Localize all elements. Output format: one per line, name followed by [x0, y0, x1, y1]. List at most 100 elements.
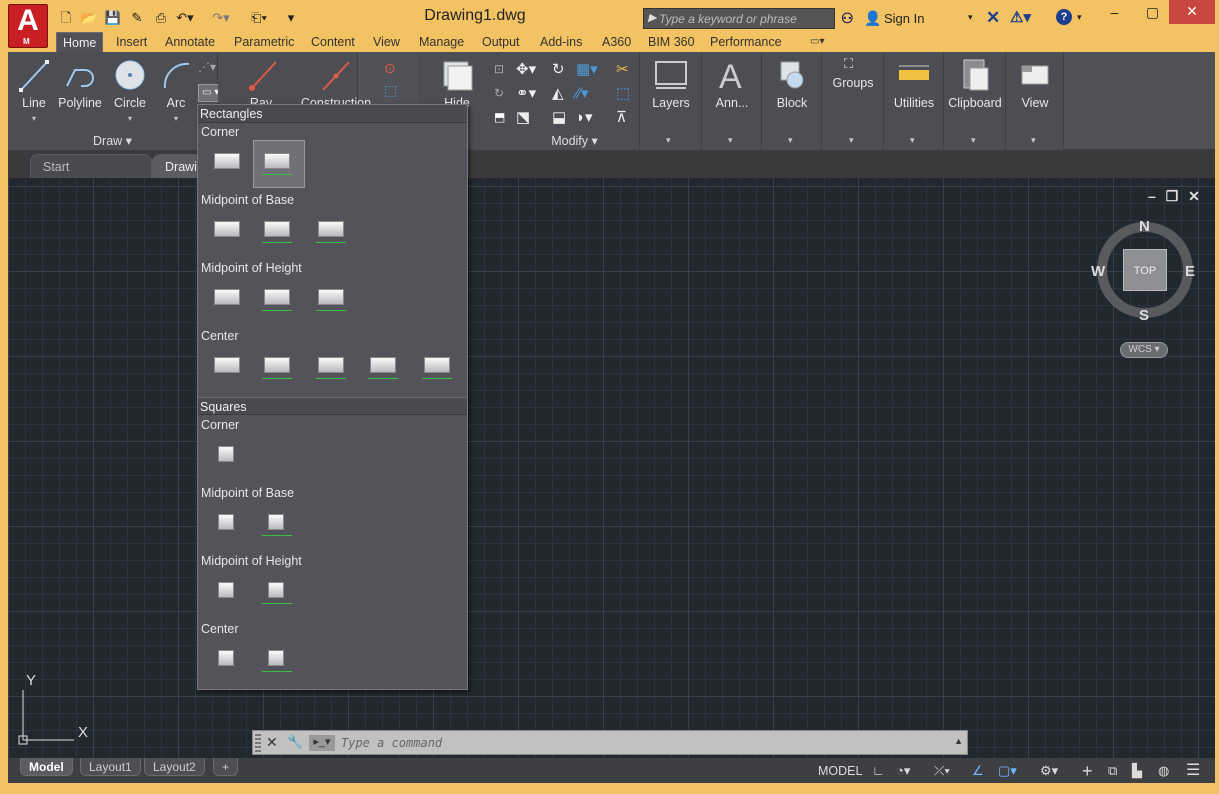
annotation-expand-icon[interactable]: ▾	[728, 135, 733, 146]
viewport-restore-icon[interactable]: ❐	[1166, 188, 1179, 204]
boundary-icon[interactable]: ⬚	[384, 82, 402, 100]
text-style-icon[interactable]: ⊡	[494, 62, 504, 76]
wcs-menu[interactable]: WCS ▾	[1120, 342, 1168, 358]
square-midbase-option-2[interactable]	[260, 510, 300, 540]
view-panel[interactable]: View ▾	[1006, 52, 1064, 150]
ortho-icon[interactable]: ⤫▾	[934, 761, 950, 781]
drawing-canvas[interactable]	[8, 178, 1215, 758]
hardware-acceleration-icon[interactable]: ▙	[1132, 761, 1142, 781]
rect-midheight-option-1[interactable]	[210, 285, 250, 315]
clean-screen-circle-icon[interactable]: ◍	[1158, 761, 1169, 781]
customize-quick-access-icon[interactable]: ▾	[282, 9, 300, 27]
autodesk-app-icon[interactable]: ⚠▾	[1010, 8, 1031, 26]
revcloud-icon[interactable]: ⊙	[384, 60, 402, 78]
rect-corner-option-1[interactable]	[210, 149, 250, 179]
modify-panel-label[interactable]: Modify ▾	[510, 133, 639, 148]
draw-panel-label[interactable]: Draw ▾	[8, 133, 217, 148]
circle-dropdown-icon[interactable]: ▾	[128, 114, 132, 123]
utilities-expand-icon[interactable]: ▾	[910, 135, 915, 146]
save-as-icon[interactable]: ✎	[128, 9, 146, 27]
rect-center-option-5[interactable]	[420, 353, 460, 383]
sign-in-dropdown-icon[interactable]: ▾	[968, 12, 973, 23]
line-dropdown-icon[interactable]: ▾	[32, 114, 36, 123]
isolate-icon[interactable]: ⧉	[1108, 761, 1117, 781]
snap-icon[interactable]: ◔▾	[896, 761, 910, 781]
compass-north[interactable]: N	[1139, 218, 1150, 235]
binoculars-icon[interactable]: ⚇	[841, 10, 854, 27]
array-icon[interactable]: ▦▾	[576, 60, 598, 78]
search-box[interactable]: ▶ Type a keyword or phrase	[643, 8, 835, 29]
trim-icon[interactable]: ✂	[616, 60, 629, 78]
tab-annotate[interactable]: Annotate	[159, 32, 221, 52]
view-expand-icon[interactable]: ▾	[1031, 135, 1036, 146]
fillet-icon[interactable]: ◗▾	[576, 108, 593, 126]
copy-icon[interactable]: ⚭▾	[516, 84, 536, 102]
tab-parametric[interactable]: Parametric	[228, 32, 300, 52]
square-center-option-2[interactable]	[260, 646, 300, 676]
close-icon[interactable]: ✕	[1169, 0, 1215, 24]
hide-button[interactable]: Hide	[432, 56, 482, 110]
move-icon[interactable]: ✥▾	[516, 60, 536, 78]
offset-icon[interactable]: ∕∕▾	[576, 84, 589, 102]
new-file-icon[interactable]: 🗋	[57, 9, 75, 27]
compass-west[interactable]: W	[1091, 263, 1105, 280]
application-menu-button[interactable]: AM	[8, 4, 48, 48]
layers-button[interactable]: Layers	[644, 56, 698, 110]
help-dropdown-icon[interactable]: ▾	[1077, 12, 1082, 23]
menu-icon[interactable]: ☰	[1186, 761, 1200, 781]
ribbon-toggle-icon[interactable]: ▭▾	[804, 32, 830, 52]
plus-icon[interactable]: +	[1082, 761, 1093, 781]
polyline-button[interactable]: Polyline	[56, 56, 104, 110]
rect-midheight-option-3[interactable]	[314, 285, 354, 315]
block-expand-icon[interactable]: ▾	[788, 135, 793, 146]
sign-in-button[interactable]: Sign In	[884, 11, 924, 26]
layout-tab-layout2[interactable]: Layout2	[144, 758, 205, 776]
rect-midbase-option-3[interactable]	[314, 217, 354, 247]
command-close-icon[interactable]: ✕	[266, 734, 278, 751]
mirror-icon[interactable]: ◭	[552, 84, 564, 102]
groups-panel[interactable]: ⛶ Groups ▾	[822, 52, 884, 150]
rect-center-option-3[interactable]	[314, 353, 354, 383]
arc-dropdown-icon[interactable]: ▾	[174, 114, 178, 123]
command-grip-icon[interactable]	[255, 734, 261, 752]
tab-content[interactable]: Content	[305, 32, 361, 52]
construction-line-button[interactable]: Construction	[290, 56, 382, 110]
tab-bim360[interactable]: BIM 360	[642, 32, 701, 52]
utilities-button[interactable]: Utilities	[886, 56, 942, 110]
square-midbase-option-1[interactable]	[210, 510, 250, 540]
stretch-icon[interactable]: ⬔	[516, 108, 530, 126]
construction-line-small-icon[interactable]: ⋰▾	[198, 60, 216, 74]
clipboard-panel[interactable]: Clipboard ▾	[944, 52, 1006, 150]
open-folder-icon[interactable]: 📂	[80, 9, 98, 27]
compass-south[interactable]: S	[1139, 307, 1149, 324]
tab-manage[interactable]: Manage	[413, 32, 470, 52]
exchange-icon[interactable]: ✕	[986, 8, 1000, 28]
maximize-icon[interactable]: ▢	[1139, 2, 1166, 24]
groups-button[interactable]: Groups	[826, 76, 880, 90]
compass-east[interactable]: E	[1185, 263, 1195, 280]
rect-corner-option-2[interactable]	[260, 149, 300, 179]
arc-button[interactable]: Arc ▾	[156, 56, 196, 124]
annotation-panel[interactable]: A Ann... ▾	[702, 52, 762, 150]
minimize-icon[interactable]: –	[1101, 2, 1128, 24]
layout-tab-model[interactable]: Model	[20, 758, 73, 776]
workspace-icon[interactable]: ⎗▾	[250, 9, 268, 27]
circle-button[interactable]: Circle ▾	[108, 56, 152, 124]
layers-expand-icon[interactable]: ▾	[666, 135, 671, 146]
viewport-close-icon[interactable]: ✕	[1188, 188, 1200, 204]
rect-midheight-option-2[interactable]	[260, 285, 300, 315]
square-midheight-option-1[interactable]	[210, 578, 250, 608]
square-corner-option-1[interactable]	[210, 442, 250, 472]
command-input[interactable]: Type a command	[341, 736, 442, 750]
redo-icon[interactable]: ↷▾	[212, 9, 230, 27]
print-icon[interactable]: ⎙	[152, 9, 170, 27]
tab-add-ins[interactable]: Add-ins	[534, 32, 588, 52]
tab-home[interactable]: Home	[56, 32, 104, 52]
rect-midbase-option-1[interactable]	[210, 217, 250, 247]
file-tab-start[interactable]: Start	[30, 154, 152, 178]
command-history-icon[interactable]: ▲	[954, 736, 963, 746]
undo-icon[interactable]: ↶▾	[176, 9, 194, 27]
viewport-minimize-icon[interactable]: –	[1148, 188, 1156, 204]
annotation-button[interactable]: A Ann...	[706, 56, 758, 110]
settings-gear-icon[interactable]: ⚙▾	[1040, 761, 1058, 781]
